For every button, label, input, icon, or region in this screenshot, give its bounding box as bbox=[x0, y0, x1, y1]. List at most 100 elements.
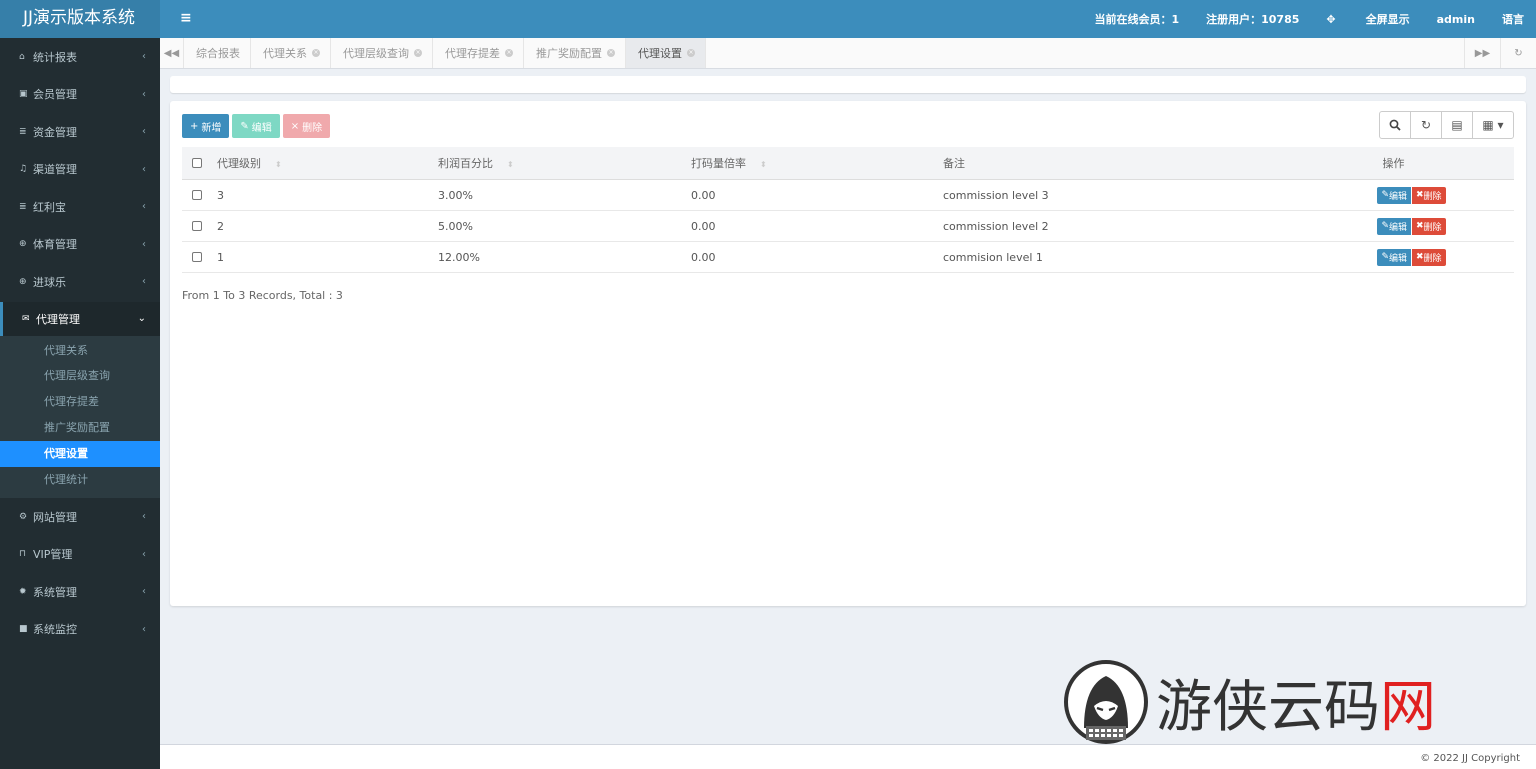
cell-level: 1 bbox=[217, 250, 224, 264]
user-card-icon: ▣ bbox=[19, 89, 28, 100]
col-header-level[interactable]: 代理级别 ⬍ bbox=[217, 155, 438, 171]
edit-icon: ✎ bbox=[1381, 221, 1389, 231]
chevron-left-icon: ‹ bbox=[142, 51, 146, 63]
page-tabs: ◀◀ 综合报表 代理关系 × 代理层级查询 × 代理存提差 × 推广奖励配置 × 代理设… bbox=[160, 38, 1536, 69]
cell-multiplier: 0.00 bbox=[691, 219, 716, 233]
sidebar-item-stats[interactable]: ⌂ 统计报表 ‹ bbox=[0, 38, 160, 76]
row-edit-button[interactable]: ✎ 编辑 bbox=[1377, 217, 1411, 235]
cell-level: 3 bbox=[217, 188, 224, 202]
tab-promo-reward[interactable]: 推广奖励配置 × bbox=[524, 38, 626, 68]
sidebar-subitem-agent-stats[interactable]: 代理统计 bbox=[0, 467, 160, 493]
sidebar-item-website[interactable]: ⚙ 网站管理 ‹ bbox=[0, 498, 160, 536]
agent-settings-panel: + 新增 ✎ 编辑 × 删除 ↻ ▤ ▦ ▾ 代理级别 ⬍ 利润百分比 ⬍ 打码量倍率 ⬍ … bbox=[170, 101, 1526, 606]
add-button[interactable]: + 新增 bbox=[182, 114, 230, 138]
table-row[interactable]: 3 3.00% 0.00 commission level 3 ✎ 编辑 ✖ 删除 bbox=[182, 180, 1514, 211]
col-header-multiplier[interactable]: 打码量倍率 ⬍ bbox=[691, 155, 943, 171]
agent-settings-table: 代理级别 ⬍ 利润百分比 ⬍ 打码量倍率 ⬍ 备注 操作 3 3.00% 0.00 c… bbox=[182, 147, 1514, 273]
chevron-left-icon: ‹ bbox=[142, 238, 146, 250]
row-checkbox[interactable] bbox=[192, 190, 202, 200]
row-checkbox[interactable] bbox=[192, 221, 202, 231]
chevron-left-icon: ‹ bbox=[142, 623, 146, 635]
user-menu[interactable]: admin bbox=[1437, 13, 1475, 26]
close-icon[interactable]: × bbox=[414, 49, 422, 57]
row-delete-button[interactable]: ✖ 删除 bbox=[1412, 248, 1446, 266]
app-logo[interactable]: JJ演示版本系统 bbox=[0, 0, 160, 38]
tabs-scroll-right-icon[interactable]: ▶▶ bbox=[1464, 38, 1500, 68]
columns-list-icon[interactable]: ▤ bbox=[1442, 112, 1473, 138]
search-icon[interactable] bbox=[1380, 112, 1411, 138]
tabs-scroll-left-icon[interactable]: ◀◀ bbox=[160, 38, 184, 68]
edit-icon: ✎ bbox=[1381, 252, 1389, 262]
table-row[interactable]: 1 12.00% 0.00 commision level 1 ✎ 编辑 ✖ 删除 bbox=[182, 242, 1514, 273]
col-header-profit[interactable]: 利润百分比 ⬍ bbox=[438, 155, 691, 171]
home-icon: ⌂ bbox=[19, 51, 25, 62]
watermark-text: 游侠云码网 bbox=[1156, 674, 1436, 740]
refresh-tab-icon[interactable]: ↻ bbox=[1500, 38, 1536, 68]
sidebar-item-monitor[interactable]: ■ 系统监控 ‹ bbox=[0, 610, 160, 648]
watermark: 游侠云码网 bbox=[1062, 658, 1436, 746]
tab-agent-deposit-diff[interactable]: 代理存提差 × bbox=[433, 38, 524, 68]
close-icon: ✖ bbox=[1416, 190, 1424, 200]
chevron-down-icon: ⌄ bbox=[137, 313, 146, 324]
sort-icon: ⬍ bbox=[507, 160, 514, 169]
edit-button[interactable]: ✎ 编辑 bbox=[232, 114, 280, 138]
close-icon: ✖ bbox=[1416, 221, 1424, 231]
cell-multiplier: 0.00 bbox=[691, 188, 716, 202]
fullscreen-button[interactable]: ✥ 全屏显示 bbox=[1326, 11, 1409, 27]
envelope-icon: ✉ bbox=[22, 313, 30, 324]
grid-dropdown-icon[interactable]: ▦ ▾ bbox=[1473, 112, 1513, 138]
gear-icon: ✹ bbox=[19, 586, 27, 597]
cell-level: 2 bbox=[217, 219, 224, 233]
sidebar-subitem-agent-relation[interactable]: 代理关系 bbox=[0, 338, 160, 364]
sidebar-item-vip[interactable]: ⊓ VIP管理 ‹ bbox=[0, 535, 160, 573]
sidebar-item-bonus[interactable]: ≣ 红利宝 ‹ bbox=[0, 188, 160, 226]
tab-agent-level-query[interactable]: 代理层级查询 × bbox=[331, 38, 433, 68]
select-all-checkbox[interactable] bbox=[192, 158, 202, 168]
table-tools: ↻ ▤ ▦ ▾ bbox=[1379, 111, 1514, 139]
close-icon: ✖ bbox=[1416, 252, 1424, 262]
close-icon[interactable]: × bbox=[687, 49, 695, 57]
sidebar-item-sports[interactable]: ⊕ 体育管理 ‹ bbox=[0, 226, 160, 264]
language-menu[interactable]: 语言 bbox=[1502, 11, 1524, 27]
sidebar-subitem-agent-deposit-diff[interactable]: 代理存提差 bbox=[0, 389, 160, 415]
sidebar-subitem-agent-settings[interactable]: 代理设置 bbox=[0, 441, 160, 467]
video-icon: ■ bbox=[19, 624, 28, 635]
chevron-left-icon: ‹ bbox=[142, 548, 146, 560]
delete-button[interactable]: × 删除 bbox=[282, 114, 331, 138]
registered-users: 注册用户：10785 bbox=[1206, 13, 1300, 26]
chevron-left-icon: ‹ bbox=[142, 201, 146, 213]
sidebar-subitem-agent-level-query[interactable]: 代理层级查询 bbox=[0, 363, 160, 389]
tab-agent-relation[interactable]: 代理关系 × bbox=[251, 38, 331, 68]
tab-agent-settings[interactable]: 代理设置 × bbox=[626, 38, 706, 68]
chevron-left-icon: ‹ bbox=[142, 163, 146, 175]
close-icon[interactable]: × bbox=[607, 49, 615, 57]
row-checkbox[interactable] bbox=[192, 252, 202, 262]
close-icon[interactable]: × bbox=[505, 49, 513, 57]
cell-remark: commission level 2 bbox=[943, 219, 1049, 233]
row-edit-button[interactable]: ✎ 编辑 bbox=[1377, 248, 1411, 266]
close-icon: × bbox=[290, 120, 300, 132]
sidebar-item-channels[interactable]: ♫ 渠道管理 ‹ bbox=[0, 151, 160, 189]
sidebar-menu: ⌂ 统计报表 ‹ ▣ 会员管理 ‹ ≣ 资金管理 ‹ ♫ 渠道管理 ‹ ≣ 红利宝 ‹ ⊕ 体育管理 ‹… bbox=[0, 38, 160, 648]
hamburger-icon[interactable]: ≡ bbox=[180, 10, 192, 26]
refresh-icon[interactable]: ↻ bbox=[1411, 112, 1442, 138]
row-delete-button[interactable]: ✖ 删除 bbox=[1412, 186, 1446, 204]
close-icon[interactable]: × bbox=[312, 49, 320, 57]
sidebar-item-goals[interactable]: ⊕ 进球乐 ‹ bbox=[0, 263, 160, 301]
table-row[interactable]: 2 5.00% 0.00 commission level 2 ✎ 编辑 ✖ 删除 bbox=[182, 211, 1514, 242]
row-delete-button[interactable]: ✖ 删除 bbox=[1412, 217, 1446, 235]
hacker-logo-icon bbox=[1064, 660, 1148, 744]
sidebar-item-funds[interactable]: ≣ 资金管理 ‹ bbox=[0, 113, 160, 151]
sidebar-item-system[interactable]: ✹ 系统管理 ‹ bbox=[0, 573, 160, 611]
sidebar-item-members[interactable]: ▣ 会员管理 ‹ bbox=[0, 76, 160, 114]
sidebar-item-agents[interactable]: ✉ 代理管理 ⌄ bbox=[0, 301, 160, 336]
row-edit-button[interactable]: ✎ 编辑 bbox=[1377, 186, 1411, 204]
cell-profit: 5.00% bbox=[438, 219, 473, 233]
cell-remark: commision level 1 bbox=[943, 250, 1043, 264]
chevron-left-icon: ‹ bbox=[142, 126, 146, 138]
sidebar-subitem-promo-reward[interactable]: 推广奖励配置 bbox=[0, 415, 160, 441]
soccer-icon: ⊕ bbox=[19, 239, 27, 250]
col-header-actions: 操作 bbox=[1382, 157, 1405, 170]
cell-multiplier: 0.00 bbox=[691, 250, 716, 264]
tab-summary-report[interactable]: 综合报表 bbox=[184, 38, 251, 68]
